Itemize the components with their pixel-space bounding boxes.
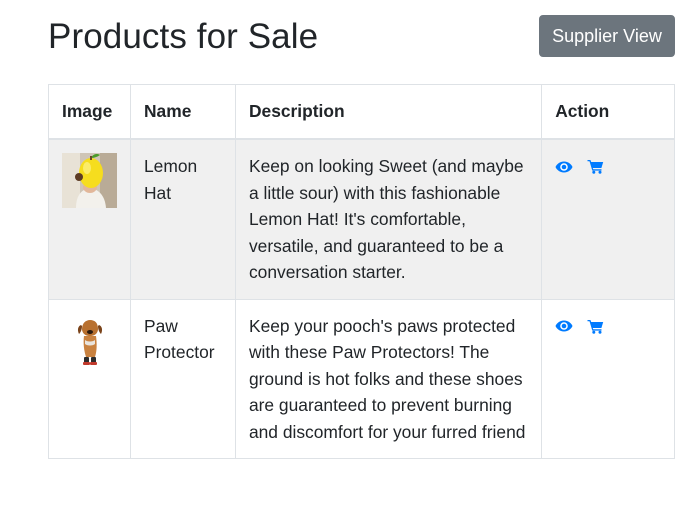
action-group [555, 313, 661, 340]
product-description: Keep on looking Sweet (and maybe a littl… [234, 138, 543, 300]
shopping-cart-icon[interactable] [587, 159, 604, 174]
products-table: Image Name Description Action Lemon Hat … [48, 84, 675, 459]
action-cell [541, 138, 675, 300]
page: Products for Sale Supplier View Image Na… [0, 0, 689, 525]
page-title: Products for Sale [48, 17, 319, 56]
product-description: Keep your pooch's paws protected with th… [234, 298, 543, 459]
eye-icon[interactable] [555, 319, 573, 333]
supplier-view-button[interactable]: Supplier View [539, 15, 675, 57]
action-cell [541, 298, 675, 459]
header-description: Description [234, 84, 543, 140]
shopping-cart-icon[interactable] [587, 319, 604, 334]
header-name: Name [130, 84, 236, 140]
paw-protector-photo[interactable] [62, 312, 117, 368]
image-cell [48, 298, 131, 459]
lemon-hat-photo[interactable] [62, 153, 117, 208]
header-action: Action [541, 84, 675, 140]
product-name: Paw Protector [130, 298, 236, 459]
header-image: Image [48, 84, 131, 140]
table-row: Lemon Hat Keep on looking Sweet (and may… [48, 138, 675, 300]
table-row: Paw Protector Keep your pooch's paws pro… [48, 298, 675, 459]
table-header-row: Image Name Description Action [48, 84, 675, 140]
action-group [555, 153, 661, 180]
product-name: Lemon Hat [130, 138, 236, 300]
image-cell [48, 138, 131, 300]
eye-icon[interactable] [555, 160, 573, 174]
